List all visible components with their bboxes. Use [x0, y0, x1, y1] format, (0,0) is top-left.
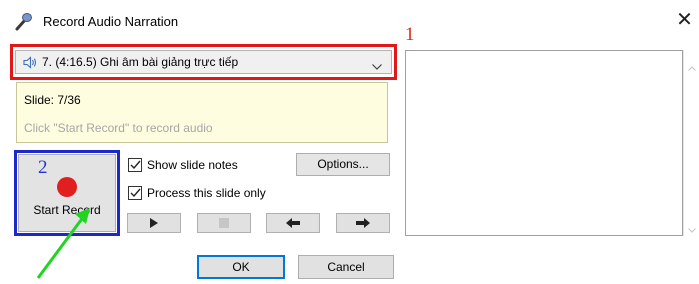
record-dot-icon [57, 177, 77, 197]
info-panel: Slide: 7/36 Click "Start Record" to reco… [16, 82, 388, 143]
cancel-button[interactable]: Cancel [298, 255, 394, 279]
slide-notes-area[interactable] [405, 50, 683, 236]
annotation-label-1: 1 [405, 24, 415, 45]
slide-counter: Slide: 7/36 [24, 93, 81, 107]
close-button[interactable]: ✕ [670, 6, 699, 34]
checkmark-icon [130, 188, 141, 198]
play-button[interactable] [127, 213, 181, 233]
speaker-icon [23, 56, 37, 69]
process-this-slide-only-checkbox[interactable] [128, 186, 142, 200]
chevron-down-icon [372, 59, 382, 70]
microphone-icon [12, 11, 34, 33]
notes-scrollbar[interactable] [683, 50, 699, 236]
ok-button[interactable]: OK [197, 255, 285, 279]
checkmark-icon [130, 160, 141, 170]
play-icon [150, 218, 158, 228]
record-hint: Click "Start Record" to record audio [24, 121, 213, 135]
options-button[interactable]: Options... [296, 153, 390, 176]
show-slide-notes-checkbox[interactable] [128, 158, 142, 172]
process-this-slide-only-label[interactable]: Process this slide only [147, 186, 266, 200]
arrow-left-icon [286, 218, 300, 228]
annotation-label-2: 2 [38, 157, 48, 178]
stop-button[interactable] [197, 213, 251, 233]
next-slide-button[interactable] [336, 213, 390, 233]
scroll-down-icon[interactable] [688, 222, 696, 233]
show-slide-notes-label[interactable]: Show slide notes [147, 158, 238, 172]
annotation-arrow-icon [28, 200, 108, 281]
narration-dropdown[interactable]: 7. (4:16.5) Ghi âm bài giảng trực tiếp [15, 50, 392, 74]
stop-icon [219, 218, 229, 228]
previous-slide-button[interactable] [266, 213, 320, 233]
arrow-right-icon [356, 218, 370, 228]
narration-selected: 7. (4:16.5) Ghi âm bài giảng trực tiếp [42, 55, 239, 69]
scroll-up-icon[interactable] [688, 60, 696, 71]
window-title: Record Audio Narration [43, 14, 179, 29]
